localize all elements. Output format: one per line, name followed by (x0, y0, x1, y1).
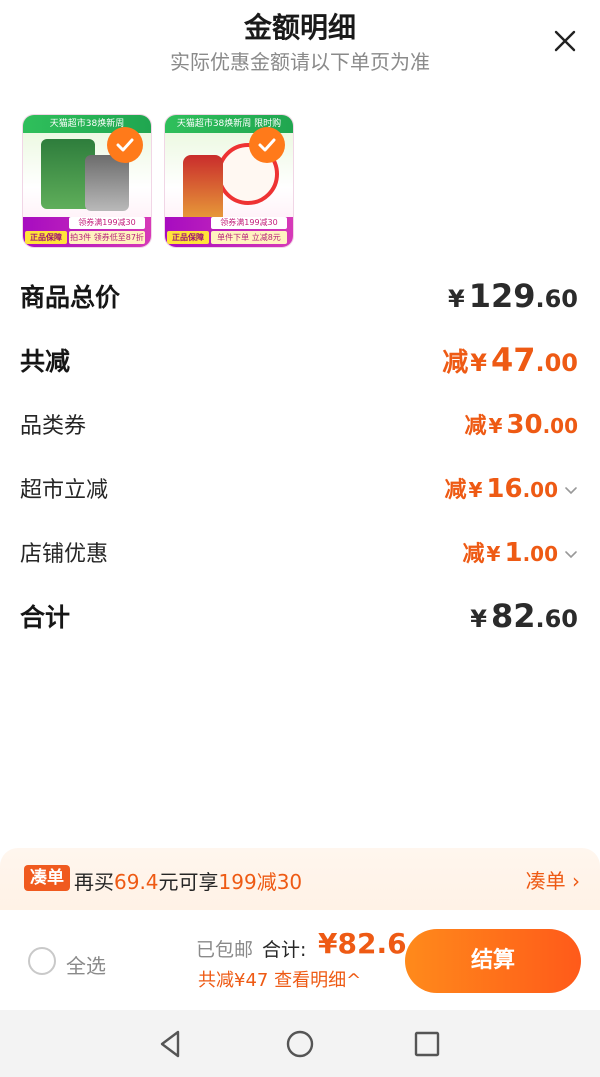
add-on-link[interactable]: 凑单 › (526, 865, 580, 894)
guarantee-tag: 正品保障 (25, 231, 67, 244)
currency-symbol: ¥ (486, 542, 501, 566)
page-subtitle: 实际优惠金额请以下单页为准 (170, 50, 430, 74)
close-icon (554, 30, 576, 52)
product-thumbnail-2[interactable]: 天猫超市38焕新周 限时购 领券满199减30 单件下单 立减8元 正品保障 (164, 114, 294, 248)
category-coupon-amount: 减 ¥ 30 .00 (464, 408, 578, 440)
coupon-tag: 领券满199减30 (211, 217, 287, 229)
price-breakdown: 商品总价 ¥ 129 .60 共减 减 ¥ 47 .00 品类券 减 ¥ 30 … (20, 264, 578, 648)
currency-symbol: ¥ (447, 285, 465, 313)
amount-integer: 47 (490, 341, 536, 379)
add-on-message: 再买69.4元可享199减30 (74, 866, 302, 895)
checkout-bar: 全选 已包邮 合计: ¥82.6 共减¥47 查看明细^ 结算 (0, 910, 600, 1010)
select-all-label[interactable]: 全选 (66, 950, 106, 979)
product-image-jar (85, 155, 129, 211)
total-label: 合计: (262, 939, 307, 961)
guarantee-tag: 正品保障 (167, 231, 209, 244)
amount-integer: 16 (486, 474, 523, 504)
add-on-text-a: 再买 (74, 870, 114, 894)
store-discount-row[interactable]: 店铺优惠 减 ¥ 1 .00 (20, 520, 578, 584)
amount-decimal: .00 (522, 478, 558, 502)
total-discount-label: 共减 (20, 347, 71, 376)
grand-total-amount: ¥ 82 .60 (470, 597, 578, 635)
add-on-text-b: 元可享 (158, 870, 219, 894)
add-on-promo-bar: 凑单 再买69.4元可享199减30 凑单 › (0, 848, 600, 910)
grand-total-label: 合计 (20, 603, 71, 632)
currency-symbol: ¥ (488, 414, 503, 438)
close-button[interactable] (550, 26, 580, 56)
category-coupon-row: 品类券 减 ¥ 30 .00 (20, 392, 578, 456)
checkout-button[interactable]: 结算 (405, 929, 581, 993)
discount-tag: 单件下单 立减8元 (211, 231, 287, 244)
amount-decimal: .60 (535, 605, 578, 633)
view-details-link[interactable]: 共减¥47 查看明细^ (198, 966, 361, 992)
minus-prefix: 减 (444, 478, 467, 503)
select-all-radio[interactable] (28, 947, 56, 975)
minus-prefix: 减 (464, 414, 487, 439)
page-title: 金额明细 (243, 11, 356, 44)
add-on-badge: 凑单 (24, 865, 70, 891)
total-discount-amount: 减 ¥ 47 .00 (442, 341, 578, 379)
product-thumbnail-1[interactable]: 天猫超市38焕新周 领券满199减30 拍3件 领券低至87折 正品保障 (22, 114, 152, 248)
chevron-down-icon[interactable] (564, 547, 578, 561)
supermarket-discount-label: 超市立减 (20, 478, 109, 503)
add-on-offer: 199减30 (218, 870, 303, 894)
selected-check-badge[interactable] (249, 127, 285, 163)
grand-total-row: 合计 ¥ 82 .60 (20, 584, 578, 648)
goods-total-label: 商品总价 (20, 283, 121, 312)
currency-symbol: ¥ (470, 349, 487, 377)
system-nav-bar (0, 1010, 600, 1077)
amount-integer: 82 (490, 597, 536, 635)
header: 金额明细 实际优惠金额请以下单页为准 (0, 0, 600, 90)
coupon-tag: 领券满199减30 (69, 217, 145, 229)
amount-decimal: .00 (542, 414, 578, 438)
amount-integer: 129 (468, 277, 536, 315)
supermarket-discount-row[interactable]: 超市立减 减 ¥ 16 .00 (20, 456, 578, 520)
amount-decimal: .00 (522, 542, 558, 566)
minus-prefix: 减 (442, 348, 469, 378)
amount-integer: 1 (504, 538, 523, 568)
product-image-bottle (183, 155, 223, 223)
free-shipping-label: 已包邮 (196, 939, 254, 961)
total-discount-row: 共减 减 ¥ 47 .00 (20, 328, 578, 392)
category-coupon-label: 品类券 (20, 414, 87, 439)
store-discount-amount: 减 ¥ 1 .00 (463, 536, 578, 568)
minus-prefix: 减 (462, 542, 485, 567)
currency-symbol: ¥ (468, 478, 483, 502)
product-thumbnails: 天猫超市38焕新周 领券满199减30 拍3件 领券低至87折 正品保障 天猫超… (22, 114, 294, 248)
back-triangle-icon[interactable] (152, 1026, 188, 1062)
discount-tag: 拍3件 领券低至87折 (69, 231, 145, 244)
add-on-amount: 69.4 (114, 870, 159, 894)
amount-decimal: .60 (535, 285, 578, 313)
home-circle-icon[interactable] (282, 1026, 318, 1062)
amount-integer: 30 (506, 410, 543, 440)
check-icon (258, 138, 276, 152)
amount-decimal: .00 (535, 349, 578, 377)
store-discount-label: 店铺优惠 (20, 542, 109, 567)
currency-symbol: ¥ (470, 605, 487, 633)
goods-total-row: 商品总价 ¥ 129 .60 (20, 264, 578, 328)
supermarket-discount-amount: 减 ¥ 16 .00 (444, 472, 578, 504)
selected-check-badge[interactable] (107, 127, 143, 163)
check-icon (116, 138, 134, 152)
total-value: ¥82.6 (318, 927, 407, 960)
chevron-down-icon[interactable] (564, 483, 578, 497)
recents-square-icon[interactable] (409, 1026, 445, 1062)
goods-total-amount: ¥ 129 .60 (448, 277, 578, 315)
